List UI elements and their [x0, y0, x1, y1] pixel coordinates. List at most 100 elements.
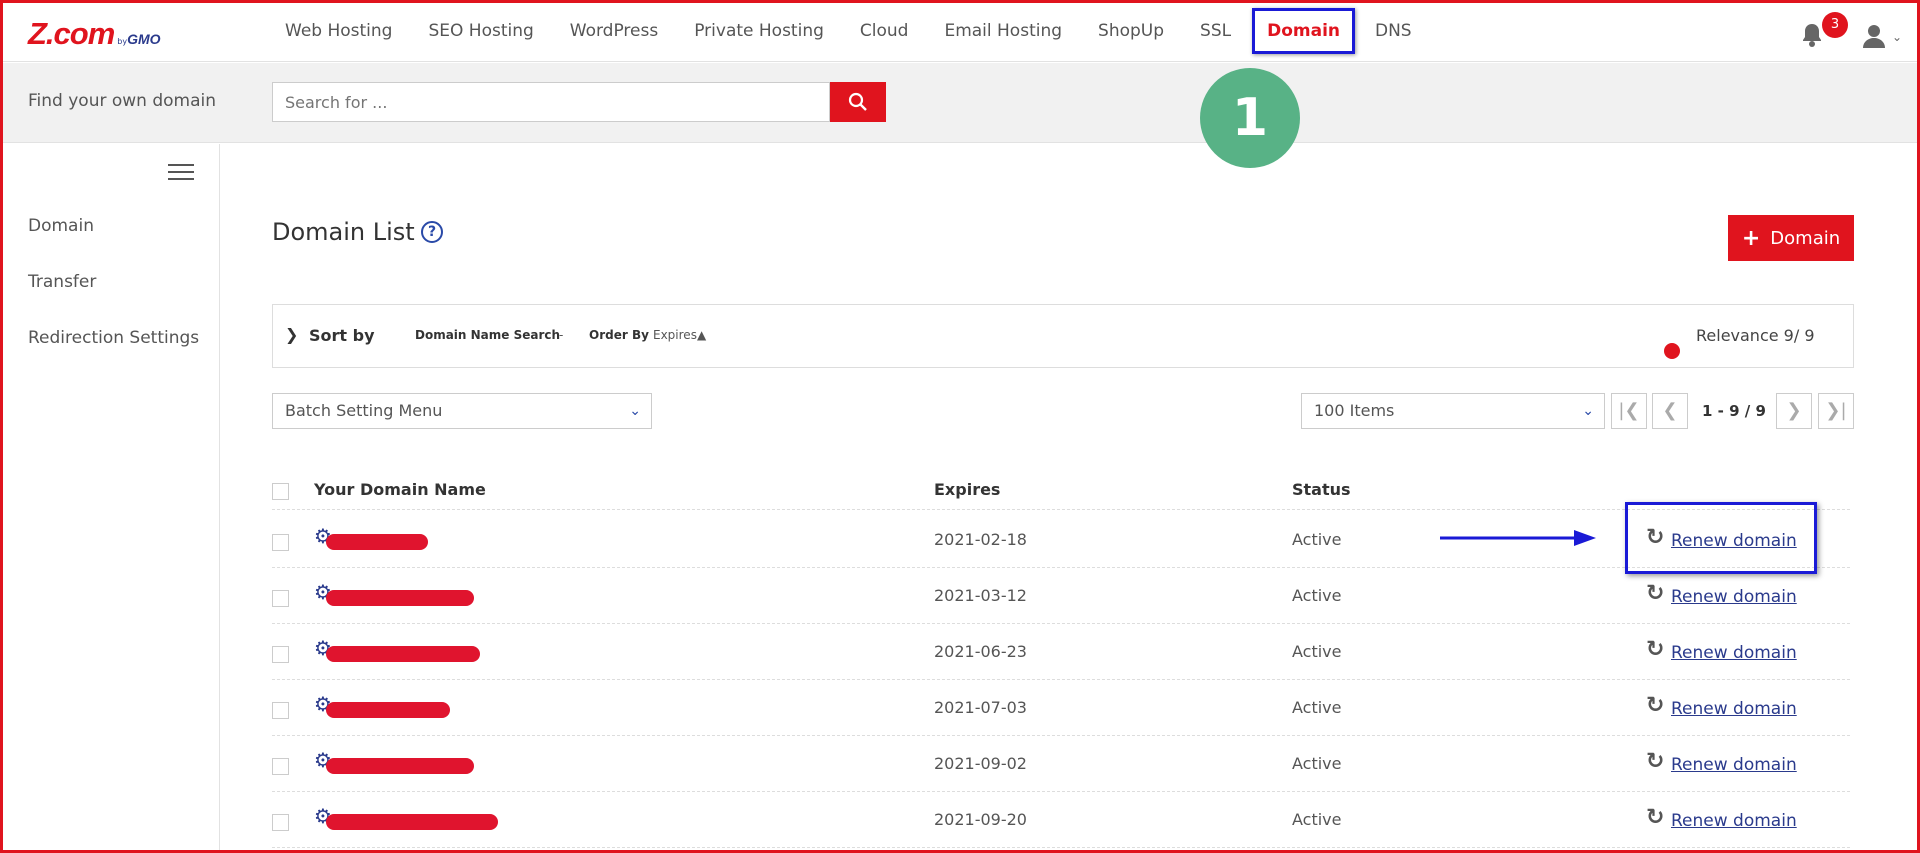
table-row: ⚙ 2021-03-12 Active ↻ Renew domain — [272, 568, 1850, 624]
renew-domain-link[interactable]: Renew domain — [1671, 811, 1797, 831]
sort-separator: - — [559, 328, 564, 342]
zcom-logo[interactable]: Z.com by GMO — [28, 16, 161, 51]
redacted-domain-name[interactable] — [326, 590, 474, 606]
renew-domain-link[interactable]: Renew domain — [1671, 755, 1797, 775]
user-icon[interactable] — [1862, 24, 1886, 48]
step-number-marker: 1 — [1200, 68, 1300, 168]
nav-seo-hosting[interactable]: SEO Hosting — [428, 21, 533, 41]
logo-by: by — [117, 37, 128, 46]
column-header-expires[interactable]: Expires — [934, 480, 1000, 499]
search-button[interactable] — [830, 82, 886, 122]
redacted-domain-name[interactable] — [326, 646, 480, 662]
pointer-arrow-icon — [1440, 530, 1596, 546]
sidebar-item-transfer[interactable]: Transfer — [28, 272, 96, 292]
nav-ssl[interactable]: SSL — [1200, 21, 1231, 41]
nav-menu: Web Hosting SEO Hosting WordPress Privat… — [285, 0, 1448, 62]
add-domain-label: Domain — [1770, 227, 1841, 249]
top-navigation: Z.com by GMO Web Hosting SEO Hosting Wor… — [0, 0, 1920, 62]
page-title: Domain List — [272, 218, 415, 246]
sort-field: Domain Name Search — [415, 328, 561, 342]
refresh-icon: ↻ — [1646, 805, 1665, 830]
nav-shopup[interactable]: ShopUp — [1098, 21, 1164, 41]
chevron-down-icon[interactable]: ⌄ — [1892, 30, 1902, 44]
row-checkbox[interactable] — [272, 646, 289, 663]
relevance-count: Relevance 9/ 9 — [1696, 326, 1815, 345]
column-header-domain-name[interactable]: Your Domain Name — [314, 480, 486, 499]
items-per-page-select[interactable]: 100 Items ⌄ — [1301, 393, 1605, 429]
nav-dns[interactable]: DNS — [1375, 21, 1412, 41]
sidebar-item-domain[interactable]: Domain — [28, 216, 94, 236]
row-checkbox[interactable] — [272, 534, 289, 551]
expires-date: 2021-06-23 — [934, 642, 1027, 661]
redacted-domain-name[interactable] — [326, 702, 450, 718]
hamburger-menu-icon[interactable] — [168, 164, 194, 184]
row-checkbox[interactable] — [272, 702, 289, 719]
order-by-value: Expires▲ — [653, 328, 707, 342]
status-text: Active — [1292, 698, 1342, 717]
relevance-indicator-dot — [1664, 343, 1680, 359]
domain-search-input[interactable] — [272, 82, 830, 122]
chevron-down-icon: ⌄ — [1582, 403, 1594, 419]
status-text: Active — [1292, 754, 1342, 773]
expires-date: 2021-07-03 — [934, 698, 1027, 717]
prev-page-button[interactable]: ❮ — [1652, 393, 1688, 429]
row-checkbox[interactable] — [272, 814, 289, 831]
chevron-down-icon: ⌄ — [629, 403, 641, 419]
redacted-domain-name[interactable] — [326, 534, 428, 550]
nav-web-hosting[interactable]: Web Hosting — [285, 21, 392, 41]
sort-by-toggle[interactable]: Sort by — [309, 326, 375, 345]
row-checkbox[interactable] — [272, 590, 289, 607]
nav-domain[interactable]: Domain — [1252, 8, 1355, 54]
sidebar: Domain Transfer Redirection Settings — [0, 144, 220, 853]
refresh-icon: ↻ — [1646, 581, 1665, 606]
batch-setting-menu-value: Batch Setting Menu — [285, 401, 443, 420]
logo-wordmark: Z.com — [28, 16, 115, 51]
refresh-icon: ↻ — [1646, 749, 1665, 774]
redacted-domain-name[interactable] — [326, 758, 474, 774]
nav-email-hosting[interactable]: Email Hosting — [944, 21, 1062, 41]
table-row: ⚙ 2021-07-03 Active ↻ Renew domain — [272, 680, 1850, 736]
notification-badge: 3 — [1822, 12, 1848, 38]
renew-domain-link[interactable]: Renew domain — [1671, 699, 1797, 719]
last-page-button[interactable]: ❯| — [1818, 393, 1854, 429]
bell-icon[interactable] — [1800, 22, 1824, 48]
sort-panel: ❯ Sort by Domain Name Search - Order By … — [272, 304, 1854, 368]
status-text: Active — [1292, 642, 1342, 661]
column-header-status[interactable]: Status — [1292, 480, 1351, 499]
logo-gmo: GMO — [127, 31, 161, 47]
expires-date: 2021-09-02 — [934, 754, 1027, 773]
renew-domain-link[interactable]: Renew domain — [1671, 643, 1797, 663]
batch-setting-menu-select[interactable]: Batch Setting Menu ⌄ — [272, 393, 652, 429]
nav-wordpress[interactable]: WordPress — [570, 21, 658, 41]
row-checkbox[interactable] — [272, 758, 289, 775]
add-domain-button[interactable]: + Domain — [1728, 215, 1854, 261]
expires-date: 2021-03-12 — [934, 586, 1027, 605]
refresh-icon: ↻ — [1646, 637, 1665, 662]
nav-cloud[interactable]: Cloud — [860, 21, 909, 41]
table-row: ⚙ 2021-06-23 Active ↻ Renew domain — [272, 624, 1850, 680]
search-icon — [848, 92, 867, 111]
order-by-label: Order By — [589, 328, 649, 342]
select-all-checkbox[interactable] — [272, 483, 289, 500]
redacted-domain-name[interactable] — [326, 814, 498, 830]
sidebar-item-redirection-settings[interactable]: Redirection Settings — [28, 328, 199, 348]
expires-date: 2021-09-20 — [934, 810, 1027, 829]
plus-icon: + — [1741, 225, 1761, 251]
search-label: Find your own domain — [28, 91, 217, 111]
chevron-right-icon[interactable]: ❯ — [285, 325, 298, 344]
next-page-button[interactable]: ❯ — [1776, 393, 1812, 429]
table-header: Your Domain Name Expires Status — [272, 470, 1850, 510]
refresh-icon: ↻ — [1646, 693, 1665, 718]
table-row: ⚙ 2021-02-18 Active ↻ Renew domain — [272, 512, 1850, 568]
table-row: ⚙ 2021-09-02 Active ↻ Renew domain — [272, 736, 1850, 792]
renew-highlight-box — [1625, 502, 1817, 574]
nav-private-hosting[interactable]: Private Hosting — [694, 21, 824, 41]
help-icon[interactable]: ? — [421, 221, 443, 243]
domain-search-bar: Find your own domain — [0, 63, 1920, 143]
table-row: ⚙ 2021-09-20 Active ↻ Renew domain — [272, 792, 1850, 848]
expires-date: 2021-02-18 — [934, 530, 1027, 549]
pagination-status: 1 - 9 / 9 — [1702, 402, 1766, 420]
renew-domain-link[interactable]: Renew domain — [1671, 587, 1797, 607]
first-page-button[interactable]: |❮ — [1611, 393, 1647, 429]
status-text: Active — [1292, 810, 1342, 829]
